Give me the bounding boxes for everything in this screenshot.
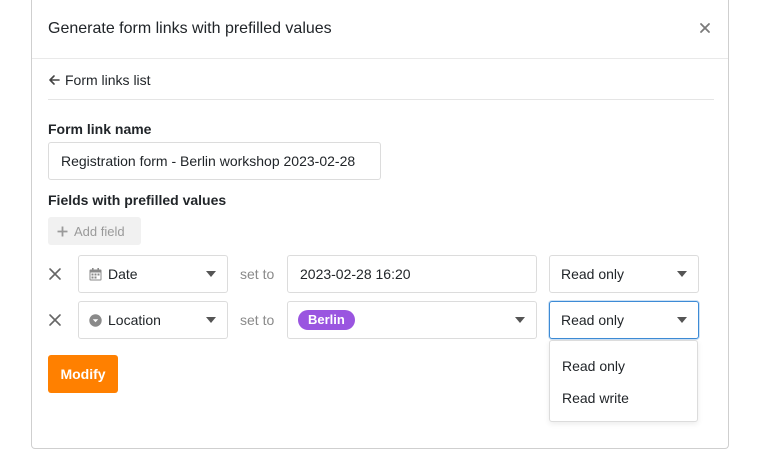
single-select-icon — [89, 313, 102, 327]
form-link-name-label: Form link name — [48, 121, 152, 137]
chevron-down-icon — [515, 317, 525, 323]
mode-select-value: Read only — [561, 312, 625, 328]
plus-icon — [57, 226, 68, 236]
form-link-name-input[interactable]: Registration form - Berlin workshop 2023… — [48, 142, 381, 180]
prefill-value-input[interactable]: 2023-02-28 16:20 — [287, 255, 537, 293]
calendar-icon — [89, 267, 102, 281]
remove-row-button[interactable] — [48, 313, 62, 327]
prefill-links-dialog: Generate form links with prefilled value… — [31, 0, 729, 449]
fields-with-prefilled-values-label: Fields with prefilled values — [48, 192, 227, 208]
field-select-location[interactable]: Location — [78, 301, 228, 339]
chevron-down-icon — [206, 317, 216, 323]
set-to-label: set to — [240, 266, 275, 282]
mode-select[interactable]: Read only — [549, 255, 699, 293]
dialog-header: Generate form links with prefilled value… — [32, 0, 728, 59]
field-name: Date — [108, 266, 138, 282]
back-link-label: Form links list — [65, 72, 151, 88]
prefill-value-select[interactable]: Berlin — [287, 301, 537, 339]
chevron-down-icon — [206, 271, 216, 277]
dropdown-option-read-write[interactable]: Read write — [562, 390, 629, 406]
add-field-button[interactable]: Add field — [48, 217, 141, 245]
field-name: Location — [108, 312, 161, 328]
close-icon — [700, 23, 710, 33]
divider — [48, 99, 714, 100]
arrow-left-icon — [49, 75, 60, 85]
modify-button[interactable]: Modify — [48, 355, 118, 393]
chevron-down-icon — [677, 271, 687, 277]
back-to-form-links-list[interactable]: Form links list — [48, 72, 151, 88]
dropdown-option-read-only[interactable]: Read only — [562, 358, 625, 374]
field-select-date[interactable]: Date — [78, 255, 228, 293]
chevron-down-icon — [677, 317, 687, 323]
option-chip: Berlin — [298, 310, 355, 330]
close-button[interactable] — [698, 20, 712, 36]
dialog-title: Generate form links with prefilled value… — [48, 20, 332, 37]
set-to-label: set to — [240, 312, 275, 328]
remove-row-button[interactable] — [48, 267, 62, 281]
add-field-label: Add field — [74, 223, 125, 239]
mode-dropdown-menu: Read only Read write — [549, 340, 698, 422]
mode-select-value: Read only — [561, 266, 625, 282]
close-icon — [49, 314, 61, 326]
close-icon — [49, 268, 61, 280]
mode-select[interactable]: Read only — [549, 301, 699, 339]
